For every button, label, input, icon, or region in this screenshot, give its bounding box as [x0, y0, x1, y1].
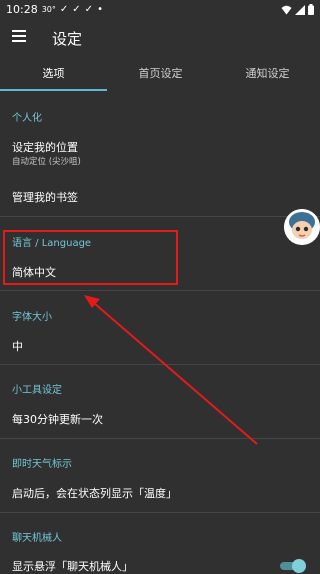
tab-bar: 选项 首页设定 通知设定 — [0, 58, 320, 92]
section-header-personalization: 个人化 — [12, 113, 42, 124]
status-time: 10:28 — [6, 3, 38, 16]
tab-indicator — [0, 89, 107, 91]
tab-home-settings[interactable]: 首页设定 — [107, 58, 214, 90]
page-title: 设定 — [52, 30, 83, 48]
tab-notification-settings[interactable]: 通知设定 — [214, 58, 320, 90]
check-mark-icon: ✓ — [84, 4, 94, 15]
check-mark-icon: ✓ — [59, 4, 69, 15]
status-right — [281, 4, 314, 15]
section-header-font-size: 字体大小 — [12, 312, 52, 323]
chatbot-avatar[interactable] — [284, 209, 320, 245]
toggle-thumb — [292, 559, 306, 573]
section-header-chatbot: 聊天机械人 — [12, 533, 62, 544]
hamburger-menu-icon[interactable] — [12, 30, 26, 42]
status-bar: 10:28 30° ✓ ✓ ✓ • — [0, 0, 320, 20]
wifi-icon — [281, 5, 292, 14]
section-header-weather-indicator: 即时天气标示 — [12, 459, 72, 470]
location-title: 设定我的位置 — [12, 141, 78, 154]
tab-options[interactable]: 选项 — [0, 58, 107, 90]
divider — [0, 438, 320, 439]
signal-icon — [295, 4, 305, 15]
check-mark-icon: ✓ — [72, 4, 81, 15]
chatbot-avatar-icon — [284, 209, 320, 245]
setting-item-weather-indicator[interactable]: 启动后，会在状态列显示「温度」 — [12, 485, 177, 501]
annotation-highlight-box — [3, 230, 178, 285]
divider — [0, 512, 320, 513]
divider — [0, 364, 320, 365]
status-dot: • — [97, 4, 103, 15]
setting-item-font-size[interactable]: 中 — [12, 338, 23, 354]
setting-item-bookmarks[interactable]: 管理我的书签 — [12, 189, 78, 205]
status-left: 10:28 30° ✓ ✓ ✓ • — [6, 3, 103, 16]
divider — [0, 216, 320, 217]
section-header-widget: 小工具设定 — [12, 385, 62, 396]
battery-icon — [308, 4, 314, 15]
location-subtitle: 自动定位 (尖沙咀) — [12, 157, 81, 167]
chatbot-toggle[interactable] — [278, 559, 306, 573]
setting-item-chatbot[interactable]: 显示悬浮「聊天机械人」 — [12, 558, 133, 574]
divider — [0, 290, 320, 291]
status-temperature: 30° — [41, 5, 56, 14]
setting-item-widget[interactable]: 每30分钟更新一次 — [12, 411, 103, 427]
app-bar: 设定 — [0, 20, 320, 56]
